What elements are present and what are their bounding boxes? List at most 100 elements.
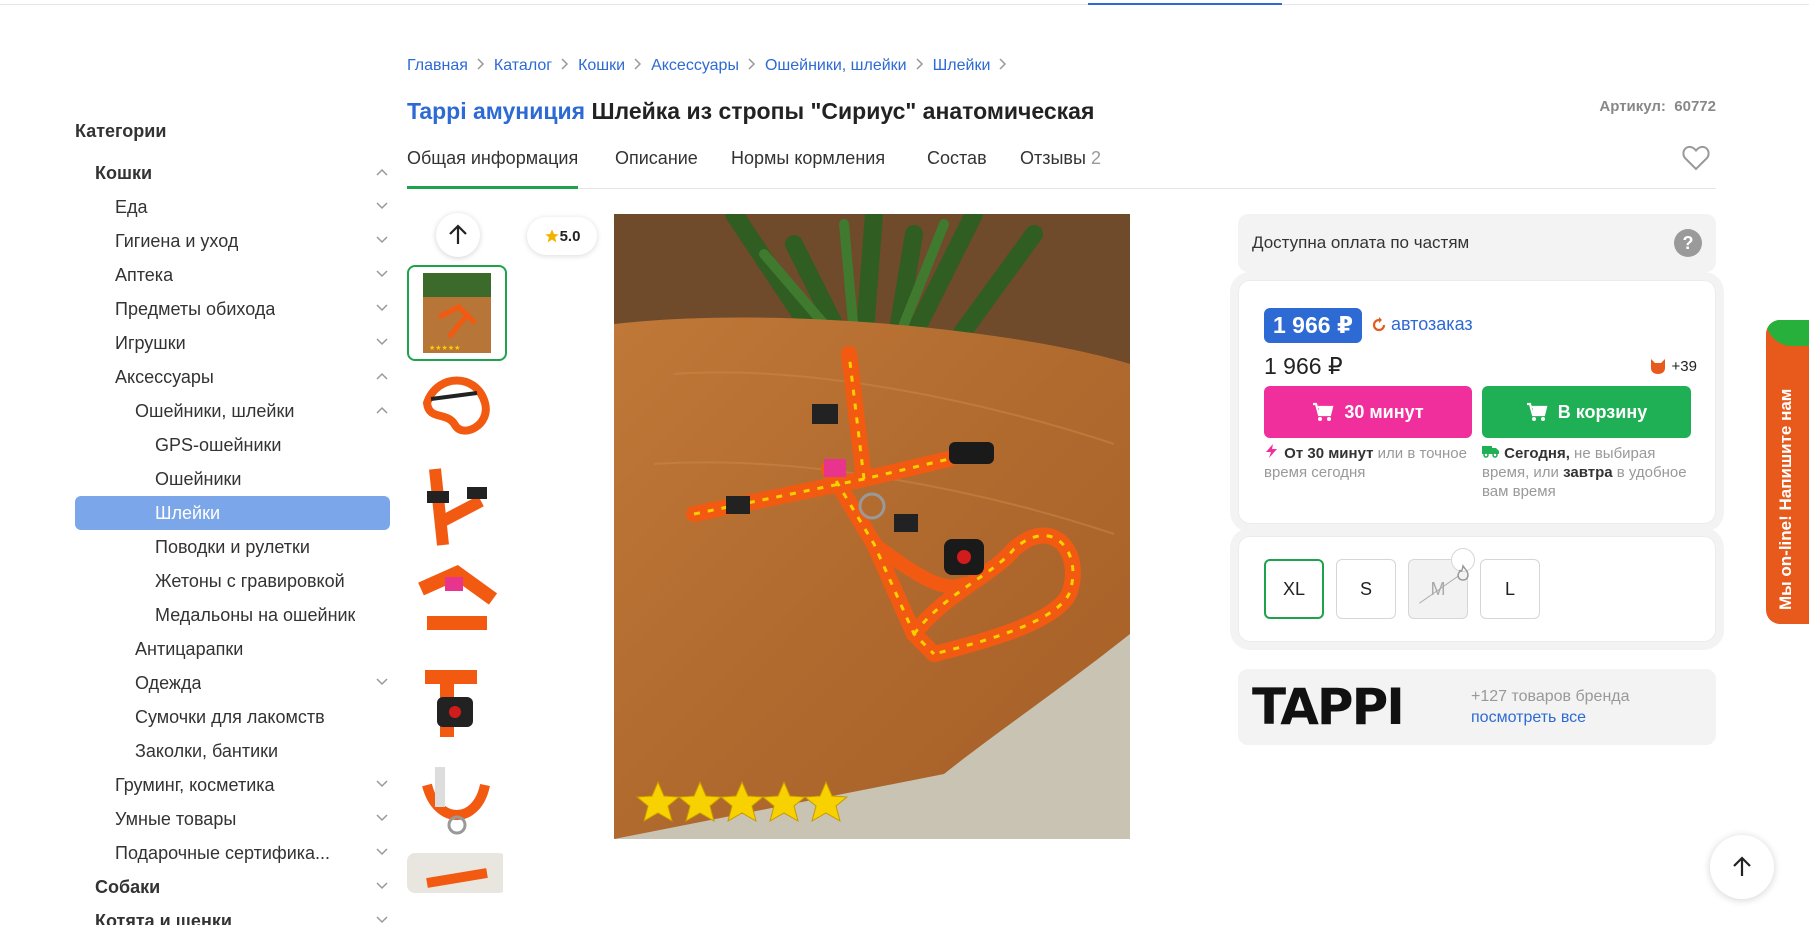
sidebar-item-label: Одежда	[135, 673, 202, 693]
sidebar-item[interactable]: Одежда	[75, 666, 390, 700]
online-chat-tab[interactable]: Мы on-line! Напишите нам	[1766, 320, 1809, 624]
star-icon	[544, 229, 559, 243]
thumbnail-6[interactable]	[407, 755, 507, 851]
cart-icon	[1313, 402, 1334, 421]
installments-text: Доступна оплата по частям	[1252, 233, 1470, 252]
sidebar-item[interactable]: Гигиена и уход	[75, 224, 390, 258]
sidebar-item-label: Ошейники, шлейки	[135, 401, 295, 421]
article-value: 60772	[1674, 98, 1716, 115]
thumbnail-2[interactable]	[407, 363, 507, 459]
size-selector: XL S M L	[1238, 536, 1716, 642]
autoorder-link[interactable]: автозаказ	[1371, 314, 1473, 335]
reviews-count: 2	[1090, 148, 1101, 168]
harness-photo	[614, 214, 1130, 839]
breadcrumb-separator-icon	[907, 57, 933, 75]
thumbnail-3[interactable]	[407, 461, 507, 557]
breadcrumb-link[interactable]: Аксессуары	[651, 57, 739, 75]
tab-composition[interactable]: Состав	[927, 145, 987, 189]
chevron-down-icon[interactable]	[376, 190, 390, 224]
thumbnail-7[interactable]	[407, 853, 507, 893]
brand-logo[interactable]: TAPPI	[1252, 678, 1405, 736]
tab-reviews[interactable]: Отзывы 2	[1020, 145, 1101, 189]
sidebar-item[interactable]: Еда	[75, 190, 390, 224]
tab-label: Нормы кормления	[731, 148, 886, 168]
chevron-down-icon[interactable]	[376, 870, 390, 904]
sidebar-item-label: Поводки и рулетки	[155, 537, 310, 557]
sidebar-item[interactable]: Антицарапки	[75, 632, 390, 666]
category-sidebar: Категории Кошки Еда Гигиена и уход Аптека Пр…	[75, 118, 390, 925]
breadcrumb-link[interactable]: Шлейки	[933, 57, 991, 75]
tab-label: Описание	[615, 148, 698, 168]
fast-delivery-button[interactable]: 30 минут	[1264, 386, 1472, 438]
brand-block: TAPPI +127 товаров бренда посмотреть все	[1238, 669, 1716, 745]
add-to-cart-button[interactable]: В корзину	[1482, 386, 1691, 438]
size-option-s[interactable]: S	[1336, 559, 1396, 619]
breadcrumb-link[interactable]: Ошейники, шлейки	[765, 57, 907, 75]
chevron-up-icon[interactable]	[376, 394, 390, 428]
chevron-up-icon[interactable]	[376, 360, 390, 394]
sidebar-item-label: Аптека	[115, 265, 174, 285]
sidebar-item-label: Игрушки	[115, 333, 186, 353]
thumbnail-4[interactable]	[407, 559, 507, 655]
tab-general-info[interactable]: Общая информация	[407, 145, 579, 189]
help-icon[interactable]: ?	[1674, 229, 1702, 257]
cart-icon	[1526, 402, 1548, 421]
sidebar-item[interactable]: Аксессуары	[75, 360, 390, 394]
size-option-xl[interactable]: XL	[1264, 559, 1324, 619]
breadcrumb-link[interactable]: Каталог	[494, 57, 552, 75]
thumbnail-5[interactable]	[407, 657, 507, 753]
size-option-l[interactable]: L	[1480, 559, 1540, 619]
chevron-down-icon[interactable]	[376, 802, 390, 836]
thumbnails-up-button[interactable]	[436, 213, 480, 257]
sidebar-item[interactable]: Ошейники	[75, 462, 390, 496]
sidebar-item[interactable]: Медальоны на ошейник	[75, 598, 390, 632]
main-product-photo[interactable]	[614, 214, 1130, 839]
product-brand-link[interactable]: Tappi амуниция	[407, 98, 585, 124]
chevron-down-icon[interactable]	[376, 326, 390, 360]
sidebar-item[interactable]: Жетоны с гравировкой	[75, 564, 390, 598]
sidebar-item-label: Собаки	[95, 877, 161, 897]
sidebar-item[interactable]: Груминг, косметика	[75, 768, 390, 802]
sidebar-item[interactable]: Аптека	[75, 258, 390, 292]
chevron-down-icon[interactable]	[376, 666, 390, 700]
fast-delivery-note: От 30 минут или в точное время сегодня	[1264, 444, 1474, 482]
sidebar-item[interactable]: Предметы обихода	[75, 292, 390, 326]
sidebar-item[interactable]: Заколки, бантики	[75, 734, 390, 768]
sidebar-item[interactable]: Умные товары	[75, 802, 390, 836]
sidebar-item[interactable]: Котята и щенки	[75, 904, 390, 925]
sidebar-item[interactable]: Игрушки	[75, 326, 390, 360]
brand-view-all-link[interactable]: посмотреть все	[1471, 709, 1586, 727]
sidebar-item[interactable]: Шлейки	[75, 496, 390, 530]
chevron-down-icon[interactable]	[376, 768, 390, 802]
sidebar-item[interactable]: Подарочные сертифика...	[75, 836, 390, 870]
article-label: Артикул:	[1599, 98, 1666, 115]
size-option-m[interactable]: M	[1408, 548, 1475, 619]
sidebar-item[interactable]: GPS-ошейники	[75, 428, 390, 462]
sidebar-item[interactable]: Собаки	[75, 870, 390, 904]
chevron-down-icon[interactable]	[376, 904, 390, 925]
chat-tab-label: Мы on-line! Напишите нам	[1776, 388, 1795, 610]
chevron-down-icon[interactable]	[376, 258, 390, 292]
chevron-down-icon[interactable]	[376, 836, 390, 870]
chevron-up-icon[interactable]	[376, 156, 390, 190]
breadcrumb-link[interactable]: Главная	[407, 57, 468, 75]
chevron-down-icon[interactable]	[376, 224, 390, 258]
sidebar-item[interactable]: Ошейники, шлейки	[75, 394, 390, 428]
tab-description[interactable]: Описание	[615, 145, 698, 189]
tab-feeding-norms[interactable]: Нормы кормления	[731, 145, 885, 189]
tab-label: Общая информация	[407, 148, 579, 168]
sidebar-item[interactable]: Кошки	[75, 156, 390, 190]
thumbnail-1[interactable]: ★★★★★	[407, 265, 507, 361]
brand-logo-text: TAPPI	[1252, 678, 1405, 736]
favorite-button[interactable]	[1682, 145, 1710, 176]
scroll-to-top-button[interactable]	[1710, 835, 1774, 899]
sidebar-item[interactable]: Сумочки для лакомств	[75, 700, 390, 734]
sidebar-item-label: Груминг, косметика	[115, 775, 275, 795]
chevron-down-icon[interactable]	[376, 292, 390, 326]
autoorder-price: 1 966 ₽	[1264, 308, 1362, 343]
fast-note-bold: От 30 минут	[1284, 445, 1374, 462]
sidebar-item-label: Умные товары	[115, 809, 237, 829]
tab-label: Отзывы	[1020, 148, 1086, 168]
sidebar-item[interactable]: Поводки и рулетки	[75, 530, 390, 564]
breadcrumb-link[interactable]: Кошки	[578, 57, 625, 75]
